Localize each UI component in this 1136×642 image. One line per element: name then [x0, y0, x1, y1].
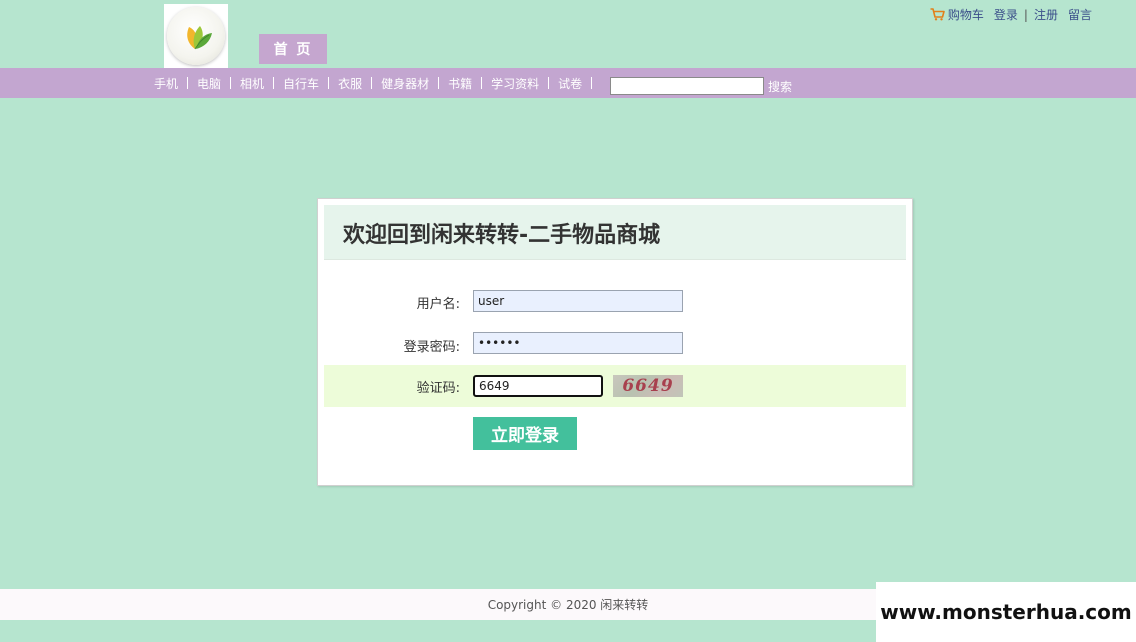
- nav-item-clothes[interactable]: 衣服: [332, 75, 368, 92]
- nav-divider: [273, 77, 275, 89]
- nav-divider: [591, 77, 593, 89]
- nav-item-bicycle[interactable]: 自行车: [277, 75, 325, 92]
- nav-divider: [187, 77, 189, 89]
- login-panel: 欢迎回到闲来转转-二手物品商城 用户名: user 登录密码: •••••• 验…: [317, 198, 913, 486]
- password-label: 登录密码:: [403, 340, 460, 355]
- watermark-text: www.monsterhua.com: [880, 600, 1132, 624]
- leaf-logo-icon: [167, 7, 225, 65]
- login-link[interactable]: 登录: [994, 6, 1018, 23]
- captcha-image[interactable]: 6649: [613, 375, 683, 397]
- nav-item-fitness[interactable]: 健身器材: [375, 75, 435, 92]
- nav-item-computer[interactable]: 电脑: [191, 75, 227, 92]
- nav-item-phone[interactable]: 手机: [148, 75, 184, 92]
- nav-divider: [328, 77, 330, 89]
- nav-divider: [230, 77, 232, 89]
- category-list: 手机 电脑 相机 自行车 衣服 健身器材 书籍 学习资料 试卷: [148, 68, 595, 98]
- password-input[interactable]: ••••••: [473, 332, 683, 354]
- username-label: 用户名:: [416, 297, 460, 312]
- home-tab[interactable]: 首 页: [259, 34, 327, 64]
- category-navbar: 手机 电脑 相机 自行车 衣服 健身器材 书籍 学习资料 试卷: [0, 68, 1136, 98]
- login-title: 欢迎回到闲来转转-二手物品商城: [343, 223, 661, 248]
- captcha-input[interactable]: 6649: [473, 375, 603, 397]
- search-input[interactable]: [610, 77, 764, 95]
- register-link[interactable]: 注册: [1034, 6, 1058, 23]
- nav-divider: [371, 77, 373, 89]
- shopping-cart-icon: [930, 8, 945, 21]
- search-button[interactable]: 搜索: [768, 78, 792, 95]
- site-logo[interactable]: [164, 4, 228, 68]
- login-title-bar: 欢迎回到闲来转转-二手物品商城: [324, 205, 906, 260]
- nav-item-camera[interactable]: 相机: [234, 75, 270, 92]
- watermark: www.monsterhua.com: [876, 582, 1136, 642]
- nav-item-books[interactable]: 书籍: [442, 75, 478, 92]
- cart-link[interactable]: 购物车: [930, 6, 984, 23]
- nav-divider: [481, 77, 483, 89]
- captcha-image-text: 6649: [622, 376, 674, 396]
- cart-label: 购物车: [947, 8, 984, 22]
- nav-divider: [438, 77, 440, 89]
- username-input[interactable]: user: [473, 290, 683, 312]
- login-submit-button[interactable]: 立即登录: [473, 417, 577, 450]
- captcha-label: 验证码:: [416, 381, 460, 396]
- copyright-text: Copyright © 2020 闲来转转: [487, 598, 649, 612]
- nav-item-study-materials[interactable]: 学习资料: [485, 75, 545, 92]
- top-links-separator: |: [1023, 7, 1028, 22]
- nav-divider: [548, 77, 550, 89]
- nav-item-exam-papers[interactable]: 试卷: [552, 75, 588, 92]
- top-links: 购物车 登录 | 注册 留言: [930, 6, 1092, 23]
- message-link[interactable]: 留言: [1068, 6, 1092, 23]
